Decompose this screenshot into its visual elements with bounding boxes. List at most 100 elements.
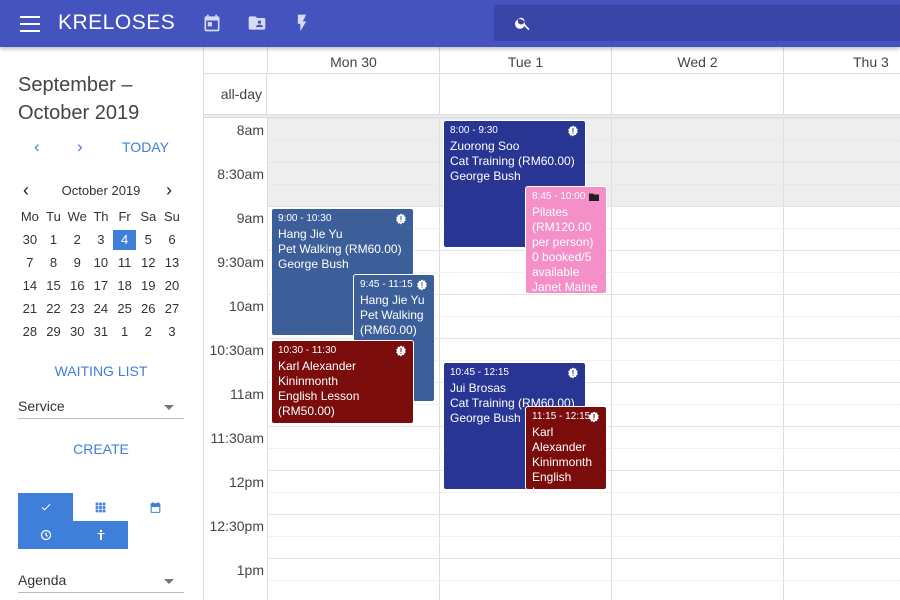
event-block[interactable]: 10:30 - 11:30 Karl Alexander Kininmonth Eng…	[271, 340, 414, 424]
mini-calendar-header: ‹ October 2019 ›	[18, 180, 184, 201]
mini-calendar-day[interactable]: 9	[65, 253, 89, 273]
mini-calendar-day[interactable]: 26	[136, 299, 160, 319]
create-button[interactable]: CREATE	[18, 441, 184, 457]
today-button[interactable]: TODAY	[122, 139, 169, 155]
slot-line	[267, 536, 900, 537]
check-icon	[41, 503, 50, 511]
badge-alert-icon	[568, 367, 578, 379]
event-text: Alexander	[532, 440, 587, 454]
allday-cell[interactable]	[440, 74, 612, 114]
slot-line	[267, 492, 900, 493]
mini-calendar-day[interactable]: 22	[42, 299, 66, 319]
event-text: Cat Training (RM60.00)	[450, 154, 575, 168]
mini-calendar-day[interactable]: 23	[65, 299, 89, 319]
mini-calendar-day[interactable]: 8	[42, 253, 66, 273]
flash-icon[interactable]	[292, 13, 312, 33]
mini-calendar-day[interactable]: 15	[42, 276, 66, 296]
view-select[interactable]: Agenda	[18, 567, 184, 593]
event-block[interactable]: 11:15 - 12:15 Karl Alexander Kininmonth Engl…	[525, 406, 607, 490]
check-view-button[interactable]	[18, 493, 73, 521]
day-column[interactable]	[784, 118, 900, 600]
mini-calendar-day[interactable]: 29	[42, 322, 66, 342]
prev-period-icon[interactable]: ‹	[34, 137, 40, 157]
event-text: Hang Jie Yu	[360, 293, 425, 307]
weekday-label: We	[67, 209, 87, 224]
slot-line	[267, 558, 900, 559]
mini-calendar-day[interactable]: 19	[136, 276, 160, 296]
search-input[interactable]	[544, 13, 884, 33]
time-label: 9am	[236, 210, 264, 226]
allday-cell[interactable]	[612, 74, 784, 114]
time-label: 11am	[230, 386, 264, 402]
mini-calendar-day[interactable]: 16	[65, 276, 89, 296]
service-select[interactable]: Service	[18, 393, 184, 419]
mini-calendar-day[interactable]: 25	[113, 299, 137, 319]
day-header: Wed 2	[612, 47, 784, 74]
event-text: Karl	[532, 425, 554, 439]
clock-view-button[interactable]	[18, 521, 73, 549]
mini-calendar-day[interactable]: 3	[89, 230, 113, 250]
mini-calendar-day[interactable]: 31	[89, 322, 113, 342]
badge-alert-icon	[589, 411, 599, 423]
mini-calendar-day[interactable]: 14	[18, 276, 42, 296]
event-text: Karl Alexander	[278, 359, 357, 373]
person-icon	[97, 529, 104, 540]
event-text: English	[532, 470, 572, 484]
period-title: September – October 2019	[18, 74, 140, 124]
event-text: Janet Maine	[532, 280, 598, 294]
mini-calendar-day[interactable]: 12	[136, 253, 160, 273]
calendar-icon[interactable]	[202, 13, 222, 33]
contact-folder-icon[interactable]	[247, 13, 267, 33]
mini-calendar-day[interactable]: 13	[160, 253, 184, 273]
mini-calendar-day[interactable]: 28	[18, 322, 42, 342]
mini-calendar-day[interactable]: 2	[136, 322, 160, 342]
mini-calendar-day[interactable]: 2	[65, 230, 89, 250]
event-text: Kininmonth	[532, 455, 593, 469]
day-column[interactable]	[612, 118, 784, 600]
mini-calendar-day[interactable]: 5	[136, 230, 160, 250]
mini-calendar-day[interactable]: 30	[18, 230, 42, 250]
day-view-button[interactable]	[128, 493, 183, 521]
app-bar: KRELOSES	[0, 0, 900, 47]
calendar-day-icon	[150, 501, 161, 513]
mini-calendar-day[interactable]: 18	[113, 276, 137, 296]
mini-calendar-day[interactable]: 17	[89, 276, 113, 296]
mini-calendar-day[interactable]: 11	[113, 253, 137, 273]
mini-calendar-day[interactable]: 27	[160, 299, 184, 319]
mini-calendar-day[interactable]: 24	[89, 299, 113, 319]
mini-calendar-day[interactable]: 6	[160, 230, 184, 250]
menu-icon[interactable]	[20, 16, 40, 32]
waiting-list-button[interactable]: WAITING LIST	[18, 363, 184, 379]
allday-cell[interactable]	[268, 74, 440, 114]
mini-calendar-day[interactable]: 30	[65, 322, 89, 342]
mini-calendar-day[interactable]: 7	[18, 253, 42, 273]
event-text: Pilates	[532, 205, 569, 219]
time-label: 1pm	[236, 562, 264, 578]
mini-calendar-day[interactable]: 1	[113, 322, 137, 342]
sidebar: September – October 2019 ‹ › TODAY ‹ Oct…	[0, 47, 204, 600]
grid-view-button[interactable]	[73, 493, 128, 521]
mini-calendar-day[interactable]: 10	[89, 253, 113, 273]
weekday-label: Tu	[46, 209, 61, 224]
mini-calendar-day[interactable]: 3	[160, 322, 184, 342]
next-period-icon[interactable]: ›	[77, 137, 83, 157]
mini-calendar-day[interactable]: 1	[42, 230, 66, 250]
event-text: Pet Walking (RM60.00)	[278, 242, 402, 256]
mini-calendar-day[interactable]: 21	[18, 299, 42, 319]
day-header: Mon 30	[268, 47, 440, 74]
search-bar[interactable]	[494, 5, 900, 41]
weekday-label: Th	[93, 209, 109, 224]
allday-cell[interactable]	[784, 74, 900, 114]
folder-icon	[589, 193, 599, 201]
mini-calendar-day[interactable]: 4	[112, 230, 137, 250]
time-label: 10am	[228, 298, 264, 314]
mini-next-month-icon[interactable]: ›	[166, 180, 172, 201]
service-select-value: Service	[18, 398, 65, 414]
person-view-button[interactable]	[73, 521, 128, 549]
event-time: 8:00 - 9:30	[450, 125, 498, 136]
event-block[interactable]: 8:45 - 10:00 Pilates (RM120.00 per person) 0…	[525, 186, 607, 294]
slot-line	[267, 514, 900, 515]
event-text: available	[532, 265, 580, 279]
time-label: 9:30am	[217, 254, 264, 270]
mini-calendar-day[interactable]: 20	[160, 276, 184, 296]
